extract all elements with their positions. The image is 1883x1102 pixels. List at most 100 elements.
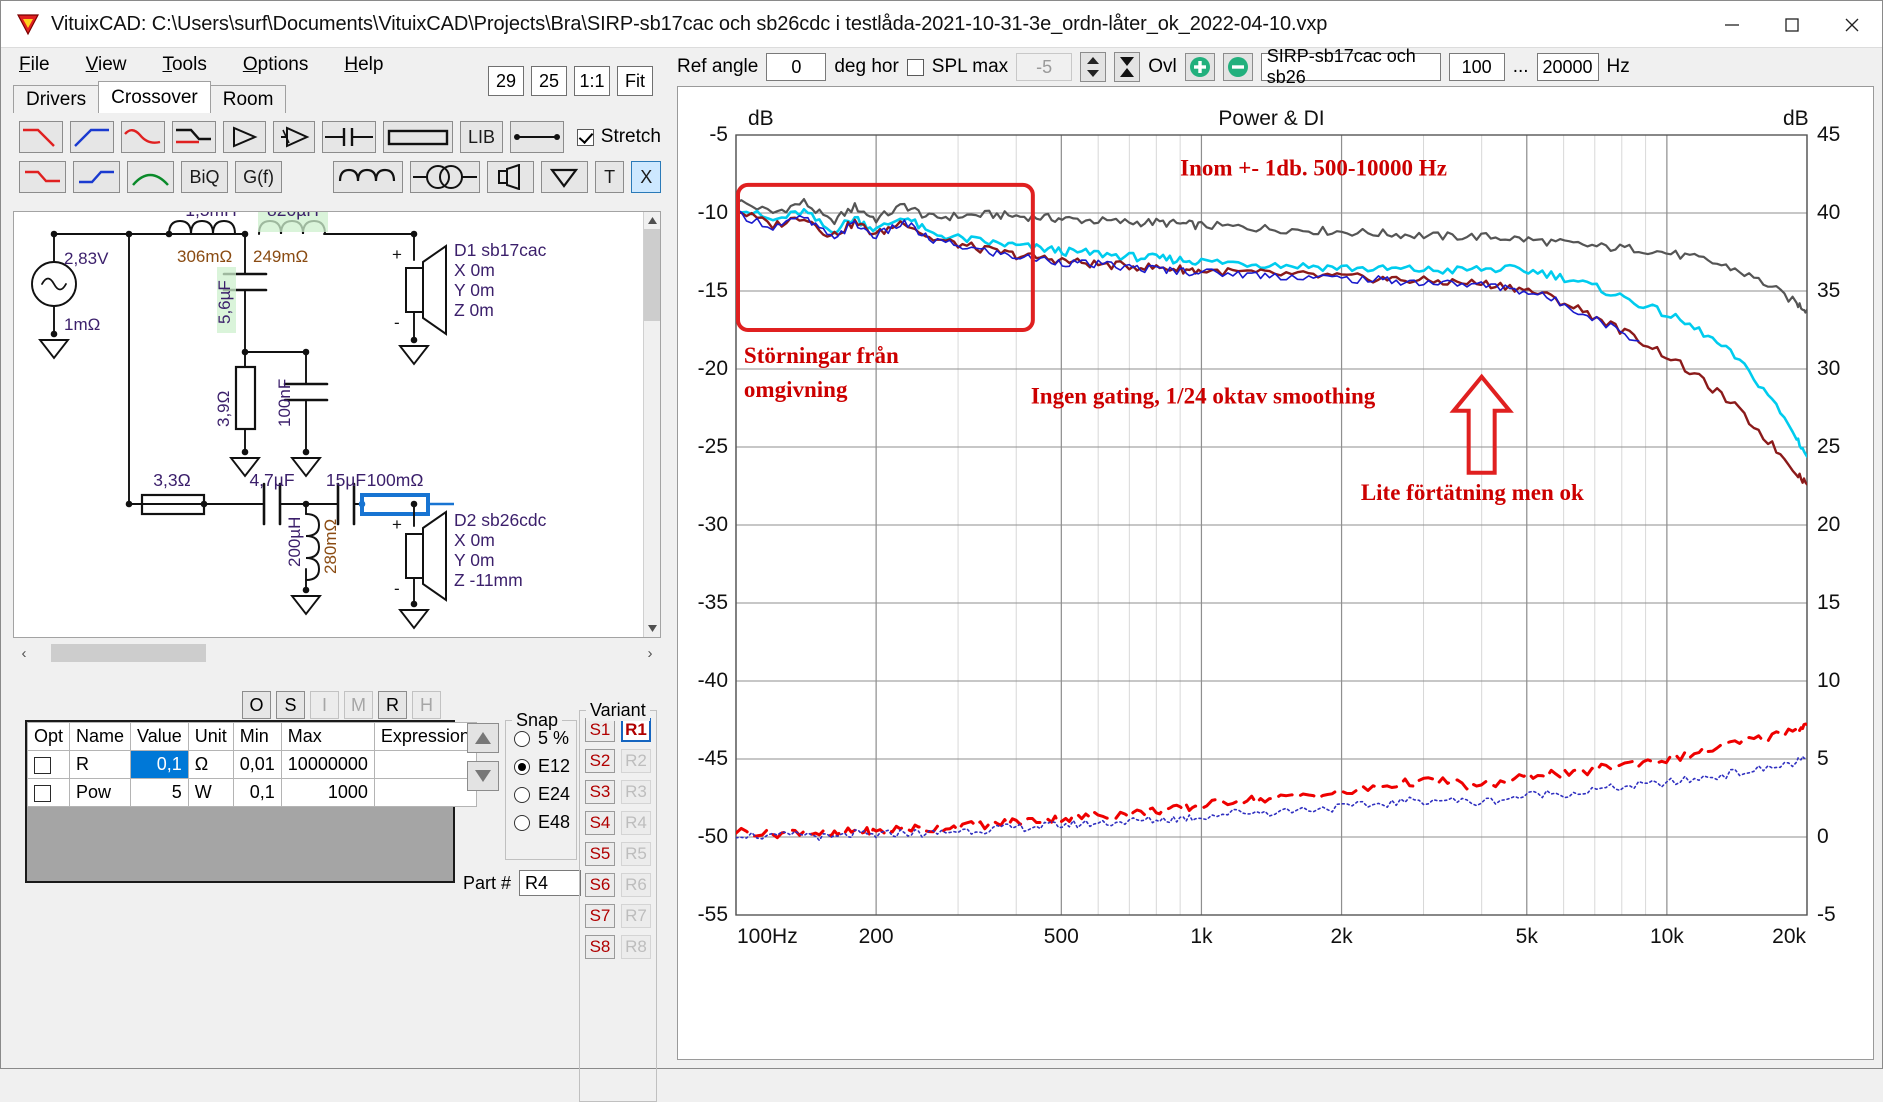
tab-crossover[interactable]: Crossover — [98, 81, 211, 113]
scroll-down-arrow-icon[interactable] — [644, 620, 660, 637]
variant-s6[interactable]: S6 — [585, 873, 615, 897]
move-down-button[interactable] — [467, 761, 499, 791]
snap-option-5pct[interactable]: 5 % — [514, 728, 576, 749]
stretch-option[interactable]: Stretch — [576, 126, 661, 148]
active-filter-button[interactable] — [272, 121, 316, 153]
transformer-button[interactable] — [409, 161, 480, 193]
table-row[interactable]: R 0,1 Ω 0,01 10000000 — [26, 750, 477, 779]
normalize-button[interactable] — [1114, 52, 1141, 82]
snap-option-e24[interactable]: E24 — [514, 784, 576, 805]
driver-button[interactable] — [486, 161, 534, 193]
row-0-max[interactable]: 10000000 — [280, 750, 375, 779]
schematic-vertical-scrollbar[interactable] — [643, 212, 660, 637]
scroll-up-arrow-icon[interactable] — [644, 212, 660, 229]
row-1-min[interactable]: 0,1 — [232, 778, 282, 807]
add-overlay-button[interactable] — [1184, 53, 1215, 81]
tab-drivers[interactable]: Drivers — [13, 85, 100, 113]
freq-min-input[interactable]: 100 — [1448, 53, 1505, 81]
inductor-button[interactable] — [332, 161, 403, 193]
variant-r6[interactable]: R6 — [621, 873, 651, 897]
capacitor-button[interactable] — [322, 121, 377, 153]
row-0-name[interactable]: R — [69, 750, 132, 779]
remove-overlay-button[interactable] — [1222, 53, 1253, 81]
wire-button[interactable] — [509, 121, 564, 153]
minimize-button[interactable] — [1702, 1, 1762, 48]
variant-s4[interactable]: S4 — [585, 811, 615, 835]
variant-s8[interactable]: S8 — [585, 935, 615, 959]
toggle-o-button[interactable]: O — [242, 691, 271, 719]
snap-option-e12[interactable]: E12 — [514, 756, 576, 777]
vertical-scroll-thumb[interactable] — [644, 229, 660, 321]
overlay-name-input[interactable]: SIRP-sb17cac och sb26 — [1260, 46, 1441, 87]
toggle-r-button[interactable]: R — [378, 691, 407, 719]
peak-filter-button[interactable] — [127, 161, 175, 193]
row-1-max[interactable]: 1000 — [280, 778, 375, 807]
scroll-right-arrow-icon[interactable]: › — [639, 645, 661, 662]
resistor-button[interactable] — [383, 121, 454, 153]
text-tool-button[interactable]: T — [594, 161, 625, 193]
menu-help[interactable]: Help — [340, 52, 387, 78]
radio-e24[interactable] — [514, 786, 530, 803]
row-1-expression[interactable] — [373, 778, 477, 807]
row-0-unit[interactable]: Ω — [187, 750, 234, 779]
row-0-value[interactable]: 0,1 — [130, 750, 189, 779]
variant-r2[interactable]: R2 — [621, 749, 651, 773]
amplifier-button[interactable] — [223, 121, 266, 153]
schematic-horizontal-scrollbar[interactable]: ‹ › — [13, 641, 661, 665]
gf-button[interactable]: G(f) — [235, 161, 283, 193]
variant-s3[interactable]: S3 — [585, 780, 615, 804]
maximize-button[interactable] — [1762, 1, 1822, 48]
variant-r1[interactable]: R1 — [621, 718, 651, 742]
ground-button[interactable] — [540, 161, 588, 193]
variant-s1[interactable]: S1 — [585, 718, 615, 742]
variant-s5[interactable]: S5 — [585, 842, 615, 866]
spl-max-checkbox[interactable] — [906, 58, 924, 76]
menu-options[interactable]: Options — [239, 52, 312, 78]
table-row[interactable]: Pow 5 W 0,1 1000 — [26, 778, 477, 807]
row-1-value[interactable]: 5 — [130, 778, 189, 807]
variant-r4[interactable]: R4 — [621, 811, 651, 835]
row-0-opt-checkbox-cell[interactable] — [26, 750, 71, 779]
radio-e48[interactable] — [514, 814, 530, 831]
power-di-chart[interactable]: -5 -10 -15 -20 -25 -30 -35 -40 -45 -50 -55 45 40 35 30… — [677, 86, 1874, 1060]
variant-r8[interactable]: R8 — [621, 935, 651, 959]
variant-r7[interactable]: R7 — [621, 904, 651, 928]
scroll-left-arrow-icon[interactable]: ‹ — [13, 645, 35, 662]
menu-tools[interactable]: Tools — [158, 52, 210, 78]
menu-view[interactable]: View — [82, 52, 131, 78]
bandpass-filter-button[interactable] — [121, 121, 165, 153]
row-0-expression[interactable] — [373, 750, 477, 779]
high-shelf-button[interactable] — [73, 161, 121, 193]
schematic-canvas[interactable]: 2,83V 1mΩ 306mΩ 249mΩ 5,6µF 3,9Ω 100nF +… — [13, 211, 661, 638]
part-number-input[interactable]: R4 — [519, 870, 582, 896]
lowpass-filter-button[interactable] — [19, 121, 63, 153]
library-button[interactable]: LIB — [460, 121, 503, 153]
snap-option-e48[interactable]: E48 — [514, 812, 576, 833]
row-1-opt-checkbox-cell[interactable] — [26, 778, 71, 807]
variant-s7[interactable]: S7 — [585, 904, 615, 928]
variant-s2[interactable]: S2 — [585, 749, 615, 773]
close-button[interactable] — [1822, 1, 1882, 48]
variant-r5[interactable]: R5 — [621, 842, 651, 866]
toggle-s-button[interactable]: S — [276, 691, 305, 719]
shelf-filter-button[interactable] — [172, 121, 216, 153]
opt-checkbox[interactable] — [34, 784, 51, 802]
ref-angle-input[interactable]: 0 — [766, 53, 827, 81]
horizontal-scroll-thumb[interactable] — [51, 644, 206, 662]
stretch-checkbox[interactable] — [576, 128, 594, 146]
horizontal-scroll-track[interactable] — [35, 642, 639, 664]
opt-checkbox[interactable] — [34, 756, 51, 774]
biquad-button[interactable]: BiQ — [181, 161, 229, 193]
spl-spinner-button[interactable] — [1080, 52, 1107, 82]
menu-file[interactable]: File — [15, 52, 54, 78]
radio-e12[interactable] — [514, 758, 530, 775]
low-shelf-button[interactable] — [19, 161, 67, 193]
tab-room[interactable]: Room — [209, 85, 287, 113]
row-0-min[interactable]: 0,01 — [232, 750, 282, 779]
row-1-unit[interactable]: W — [187, 778, 234, 807]
row-1-name[interactable]: Pow — [69, 778, 132, 807]
move-up-button[interactable] — [467, 723, 499, 753]
delete-tool-button[interactable]: X — [631, 161, 661, 193]
parameter-table[interactable]: Opt Name Value Unit Min Max Expression R… — [25, 720, 477, 883]
radio-5-percent[interactable] — [514, 730, 530, 747]
